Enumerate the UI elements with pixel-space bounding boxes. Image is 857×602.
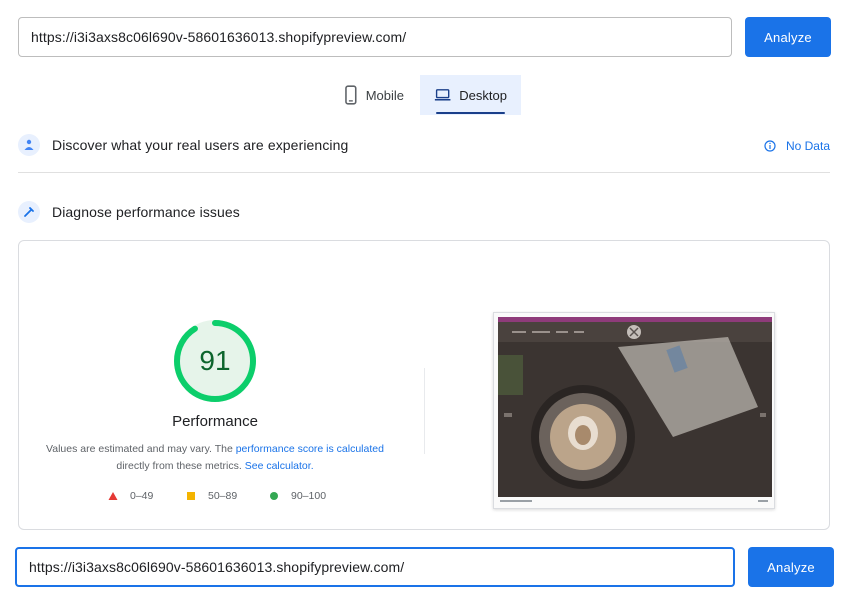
page-screenshot[interactable] [493, 312, 775, 509]
field-data-title: Discover what your real users are experi… [52, 137, 349, 153]
triangle-icon [108, 492, 118, 500]
see-calculator-link[interactable]: See calculator. [245, 460, 314, 472]
screenshot-footer [500, 497, 768, 505]
tab-desktop[interactable]: Desktop [420, 75, 521, 115]
phone-icon [345, 85, 357, 105]
legend-pass: 90–100 [269, 490, 326, 502]
note-text-2: directly from these metrics. [116, 460, 245, 472]
analyze-button[interactable]: Analyze [745, 17, 831, 57]
url-input-bottom[interactable]: https://i3i3axs8c06l690v-58601636013.sho… [15, 547, 735, 587]
tab-desktop-label: Desktop [459, 87, 507, 103]
performance-score: 91 [199, 345, 231, 376]
performance-label: Performance [172, 413, 258, 430]
legend-average: 50–89 [186, 490, 237, 502]
people-icon [18, 134, 40, 156]
section-divider [18, 172, 830, 173]
circle-icon [270, 492, 278, 500]
url-input-value: https://i3i3axs8c06l690v-58601636013.sho… [31, 29, 407, 45]
analyze-button-bottom[interactable]: Analyze [748, 547, 834, 587]
lab-data-title: Diagnose performance issues [52, 204, 240, 220]
lab-data-header: Diagnose performance issues [18, 201, 830, 223]
screenshot-image [498, 317, 772, 497]
laptop-icon [434, 89, 451, 101]
score-calculation-link[interactable]: performance score is calculated [236, 443, 384, 455]
field-data-header: Discover what your real users are experi… [18, 134, 830, 156]
no-data-status[interactable]: No Data [764, 139, 830, 153]
lab-icon [18, 201, 40, 223]
url-input-bottom-value: https://i3i3axs8c06l690v-58601636013.sho… [29, 559, 405, 575]
card-separator [424, 368, 425, 454]
legend-fail: 0–49 [108, 490, 153, 502]
tab-mobile-label: Mobile [365, 87, 404, 103]
legend-pass-label: 90–100 [291, 490, 327, 502]
url-input[interactable]: https://i3i3axs8c06l690v-58601636013.sho… [18, 17, 732, 57]
note-text-1: Values are estimated and may vary. The [46, 443, 236, 455]
square-icon [187, 492, 195, 500]
analyze-button-label: Analyze [764, 29, 812, 45]
legend-fail-label: 0–49 [130, 490, 154, 502]
analyze-button-bottom-label: Analyze [767, 559, 815, 575]
info-icon [764, 140, 776, 152]
tab-mobile[interactable]: Mobile [330, 75, 418, 115]
performance-note: Values are estimated and may vary. The p… [40, 441, 390, 475]
no-data-label: No Data [785, 139, 830, 153]
legend-average-label: 50–89 [208, 490, 238, 502]
